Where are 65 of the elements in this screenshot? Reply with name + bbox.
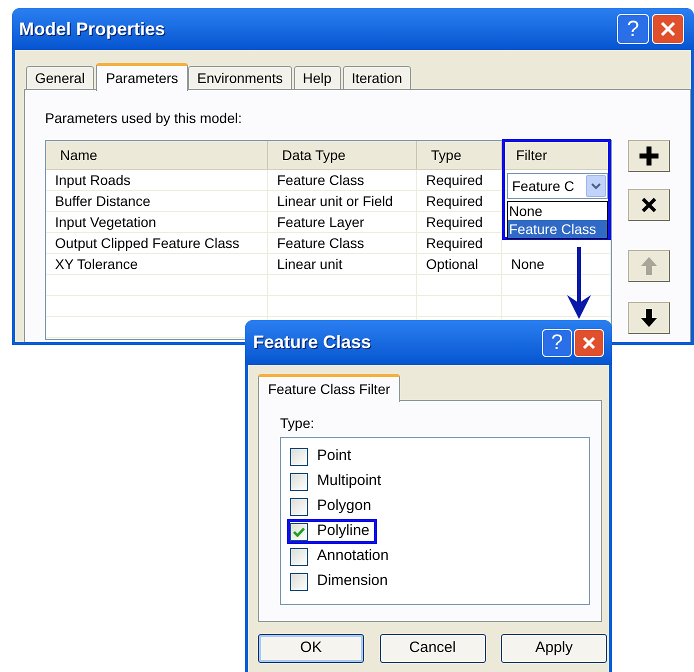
table-cell: Required [417,170,502,190]
filter-dropdown[interactable]: Feature C [507,173,608,199]
table-cell: Feature Class [268,233,417,253]
table-cell: Feature Layer [268,212,417,232]
table-cell: Input Vegetation [46,212,268,232]
close-icon [659,20,677,38]
down-arrow-button[interactable] [628,302,670,334]
checkbox[interactable] [290,572,308,590]
tab[interactable]: General [26,66,94,90]
arrow-icon [566,247,592,319]
column-header[interactable]: Name [46,141,268,169]
checkbox-label: Dimension [317,571,388,592]
checkbox-label: Annotation [317,546,389,566]
close-button[interactable] [574,328,604,356]
table-cell: Optional [417,254,502,274]
column-header[interactable]: Type [417,141,502,169]
caption-text: Parameters used by this model: [45,109,243,128]
checkbox[interactable] [290,522,308,540]
table-cell: Buffer Distance [46,191,268,211]
table-cell: Required [417,191,502,211]
checkbox[interactable] [290,472,308,490]
tab[interactable]: Help [294,66,341,90]
plus-button[interactable] [628,140,670,172]
column-header[interactable]: Filter [502,141,611,169]
help-button[interactable]: ? [542,328,572,356]
tab[interactable]: Iteration [342,66,412,90]
type-label: Type: [280,414,316,433]
down-arrow-icon [638,307,660,329]
dialog-button[interactable]: Cancel [380,634,486,663]
dropdown-option[interactable]: None [508,202,607,220]
dropdown-value: Feature C [512,176,576,196]
check-icon [293,526,305,536]
dialog-button[interactable]: OK [258,634,364,663]
table-cell: None [502,254,611,274]
dropdown-button[interactable] [586,175,606,197]
table-cell: Required [417,233,502,253]
table-cell: Linear unit or Field [268,191,417,211]
table-cell: Required [417,212,502,232]
table-cell: Linear unit [268,254,417,274]
table-cell: Input Roads [46,170,268,190]
checkbox[interactable] [290,548,308,566]
x-mark-button[interactable] [628,189,670,221]
close-icon [581,334,597,350]
tab[interactable]: Parameters [96,63,188,91]
tab[interactable]: Environments [188,66,292,90]
checkbox-label: Polyline [317,521,370,542]
checkbox[interactable] [290,498,308,516]
table-cell: Feature Class [268,170,417,190]
plus-icon [638,145,660,167]
close-button[interactable] [652,14,684,44]
column-header[interactable]: Data Type [268,141,417,169]
window-title: Model Properties [19,18,166,41]
table-cell: XY Tolerance [46,254,268,274]
table-cell: Output Clipped Feature Class [46,233,268,253]
dialog-button[interactable]: Apply [501,634,607,663]
dropdown-option[interactable]: Feature Class [508,220,607,238]
checkbox-label: Multipoint [317,471,382,492]
window-title: Feature Class [253,331,372,354]
chevron-icon [591,182,601,190]
checkbox-label: Polygon [317,496,372,516]
checkbox[interactable] [290,448,308,466]
help-button[interactable]: ? [617,14,649,44]
checkbox-label: Point [317,446,352,466]
up-arrow-icon [638,255,660,277]
tab[interactable]: Feature Class Filter [258,374,400,402]
